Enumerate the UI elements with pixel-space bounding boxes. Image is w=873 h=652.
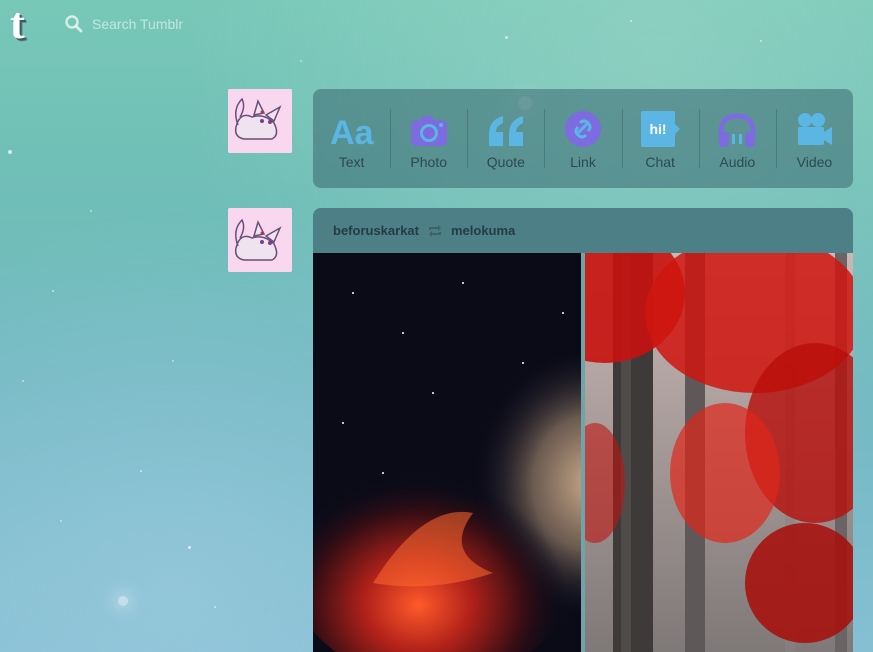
post-type-label: Video xyxy=(796,153,833,170)
post-type-bar: Aa Text Photo Quote Link hi! Chat Audio … xyxy=(313,89,853,188)
post-type-chat[interactable]: hi! Chat xyxy=(621,89,699,188)
post-type-quote[interactable]: Quote xyxy=(467,89,544,188)
photo-red-forest[interactable] xyxy=(585,253,853,652)
quote-icon xyxy=(488,115,523,146)
post-type-label: Link xyxy=(570,153,596,170)
avatar[interactable] xyxy=(228,89,292,153)
post-type-link[interactable]: Link xyxy=(544,89,621,188)
photo-nebula[interactable] xyxy=(313,253,581,652)
search-input[interactable] xyxy=(92,16,222,32)
post-type-label: Chat xyxy=(645,153,675,170)
search-icon xyxy=(65,15,83,33)
post-header: beforuskarkat melokuma xyxy=(313,208,853,253)
post-type-label: Quote xyxy=(486,153,525,170)
search-bar[interactable] xyxy=(64,13,224,35)
chat-icon: hi! xyxy=(641,110,681,147)
post-type-photo[interactable]: Photo xyxy=(390,89,467,188)
tumblr-logo[interactable]: t xyxy=(10,2,48,48)
dashboard-post: beforuskarkat melokuma xyxy=(313,208,853,652)
post-type-text[interactable]: Aa Text xyxy=(313,89,390,188)
camera-icon xyxy=(410,115,447,146)
avatar-espeon-image xyxy=(228,208,292,272)
post-avatar[interactable] xyxy=(228,208,292,272)
source-blog-link[interactable]: melokuma xyxy=(451,223,515,238)
post-type-label: Text xyxy=(338,153,365,170)
post-type-label: Audio xyxy=(719,153,756,170)
reblogger-link[interactable]: beforuskarkat xyxy=(333,223,419,238)
nebula-image xyxy=(313,253,581,652)
text-icon: Aa xyxy=(330,114,375,148)
avatar-espeon-image xyxy=(228,89,292,153)
headphones-icon xyxy=(718,112,756,147)
post-type-video[interactable]: Video xyxy=(775,89,853,188)
video-camera-icon xyxy=(798,112,833,145)
link-icon xyxy=(564,110,601,147)
chat-icon-text: hi! xyxy=(650,121,667,137)
reblog-icon xyxy=(428,224,441,237)
svg-text:Aa: Aa xyxy=(330,114,375,148)
photoset xyxy=(313,253,853,652)
red-forest-image xyxy=(585,253,853,652)
post-type-audio[interactable]: Audio xyxy=(698,89,776,188)
post-type-label: Photo xyxy=(410,153,447,170)
